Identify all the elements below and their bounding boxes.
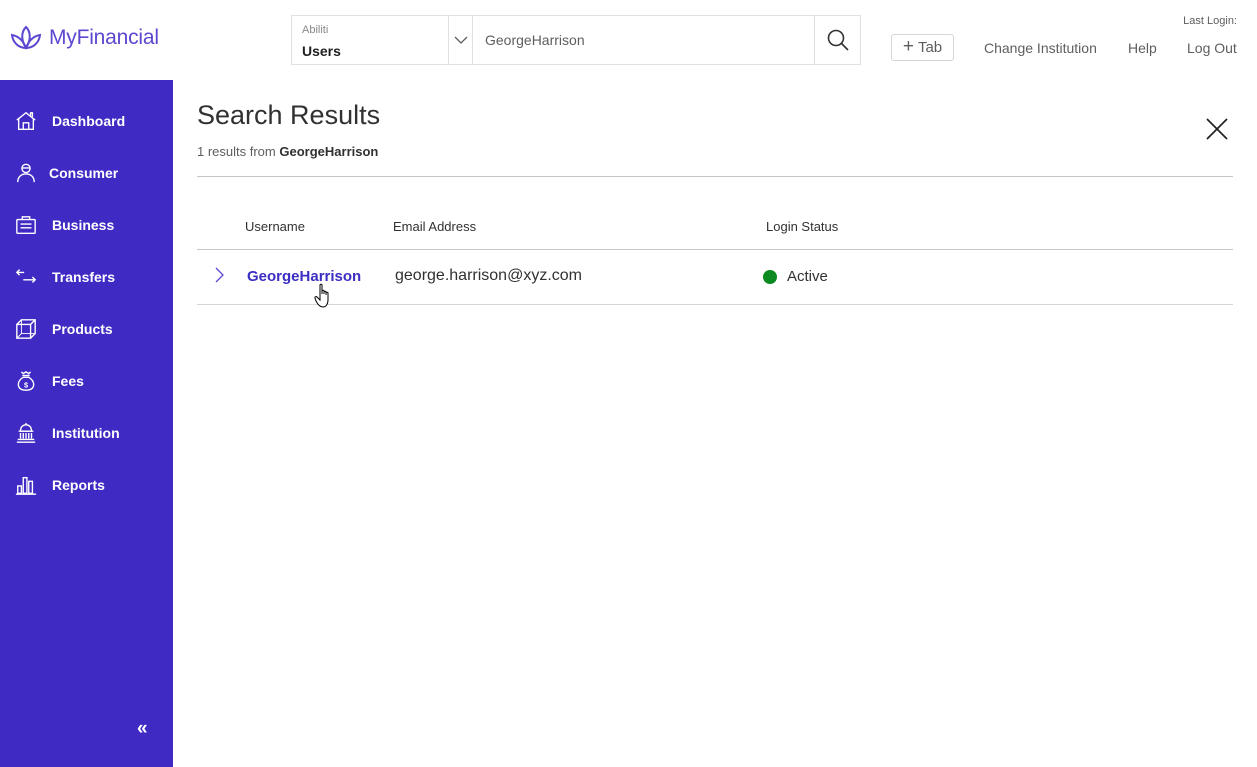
- person-icon: [14, 161, 38, 185]
- cube-icon: [14, 317, 38, 341]
- page-title: Search Results: [197, 100, 381, 130]
- log-out-link[interactable]: Log Out: [1187, 40, 1237, 56]
- sidebar-item-business[interactable]: Business: [0, 205, 173, 245]
- sidebar-item-label: Business: [52, 217, 115, 233]
- search-scope-label: Abiliti: [302, 24, 329, 36]
- home-icon: [14, 109, 38, 133]
- sidebar-item-dashboard[interactable]: Dashboard: [0, 101, 173, 141]
- last-login-label: Last Login:: [1183, 15, 1237, 27]
- status-dot-icon: [763, 269, 777, 284]
- sidebar-item-reports[interactable]: Reports: [0, 465, 173, 505]
- column-header-username[interactable]: Username: [245, 219, 305, 234]
- email-cell: george.harrison@xyz.com: [395, 267, 582, 284]
- results-query: GeorgeHarrison: [279, 144, 379, 159]
- sidebar-item-label: Fees: [52, 373, 84, 389]
- add-tab-label: Tab: [917, 39, 943, 56]
- column-header-login-status[interactable]: Login Status: [766, 219, 838, 234]
- table-row[interactable]: GeorgeHarrison george.harrison@xyz.com A…: [197, 250, 1233, 305]
- transfer-arrows-icon: [14, 265, 38, 289]
- bar-chart-icon: [14, 473, 38, 497]
- search-input[interactable]: [473, 16, 814, 64]
- chevron-down-icon: [454, 36, 467, 44]
- search-icon: [827, 29, 849, 51]
- sidebar-item-label: Products: [52, 321, 113, 337]
- close-button[interactable]: [1205, 117, 1229, 141]
- change-institution-link[interactable]: Change Institution: [984, 40, 1097, 56]
- sidebar-item-consumer[interactable]: Consumer: [0, 153, 173, 193]
- sidebar-item-label: Transfers: [52, 269, 116, 285]
- search-bar: Abiliti Users: [291, 15, 861, 65]
- sidebar: Dashboard Consumer Business Transfers Pr…: [0, 80, 173, 767]
- brand-logo[interactable]: MyFinancial: [9, 24, 159, 52]
- sidebar-item-label: Dashboard: [52, 113, 126, 129]
- sidebar-item-label: Reports: [52, 477, 105, 493]
- username-link[interactable]: GeorgeHarrison: [247, 268, 361, 285]
- sidebar-item-transfers[interactable]: Transfers: [0, 257, 173, 297]
- sidebar-item-label: Consumer: [49, 165, 119, 181]
- top-header: MyFinancial Abiliti Users + Tab Change I…: [0, 0, 1257, 80]
- results-summary: 1 results from GeorgeHarrison: [197, 144, 378, 159]
- money-bag-icon: $: [14, 369, 38, 393]
- bank-building-icon: [14, 421, 38, 445]
- search-scope-dropdown-button[interactable]: [449, 16, 473, 64]
- sidebar-item-products[interactable]: Products: [0, 309, 173, 349]
- sidebar-item-fees[interactable]: $ Fees: [0, 361, 173, 401]
- plus-icon: +: [902, 36, 914, 57]
- status-label: Active: [787, 268, 828, 285]
- results-count-text: 1 results from: [197, 144, 276, 159]
- row-divider: [197, 304, 1233, 305]
- expand-row-button[interactable]: [214, 266, 226, 284]
- lotus-logo-icon: [10, 25, 42, 50]
- help-link[interactable]: Help: [1128, 40, 1157, 56]
- sidebar-item-institution[interactable]: Institution: [0, 413, 173, 453]
- login-status-cell: Active: [763, 268, 828, 285]
- search-scope-select[interactable]: Abiliti Users: [292, 16, 449, 64]
- brand-name: MyFinancial: [49, 26, 159, 49]
- close-icon: [1206, 118, 1228, 140]
- divider: [197, 176, 1233, 177]
- chevron-right-icon: [215, 267, 224, 283]
- svg-text:$: $: [24, 380, 28, 389]
- column-header-email[interactable]: Email Address: [393, 219, 476, 234]
- sidebar-item-label: Institution: [52, 425, 120, 441]
- search-scope-value: Users: [302, 43, 341, 59]
- collapse-sidebar-button[interactable]: «: [137, 718, 148, 740]
- add-tab-button[interactable]: + Tab: [891, 34, 954, 61]
- briefcase-icon: [14, 213, 38, 237]
- search-button[interactable]: [814, 16, 860, 64]
